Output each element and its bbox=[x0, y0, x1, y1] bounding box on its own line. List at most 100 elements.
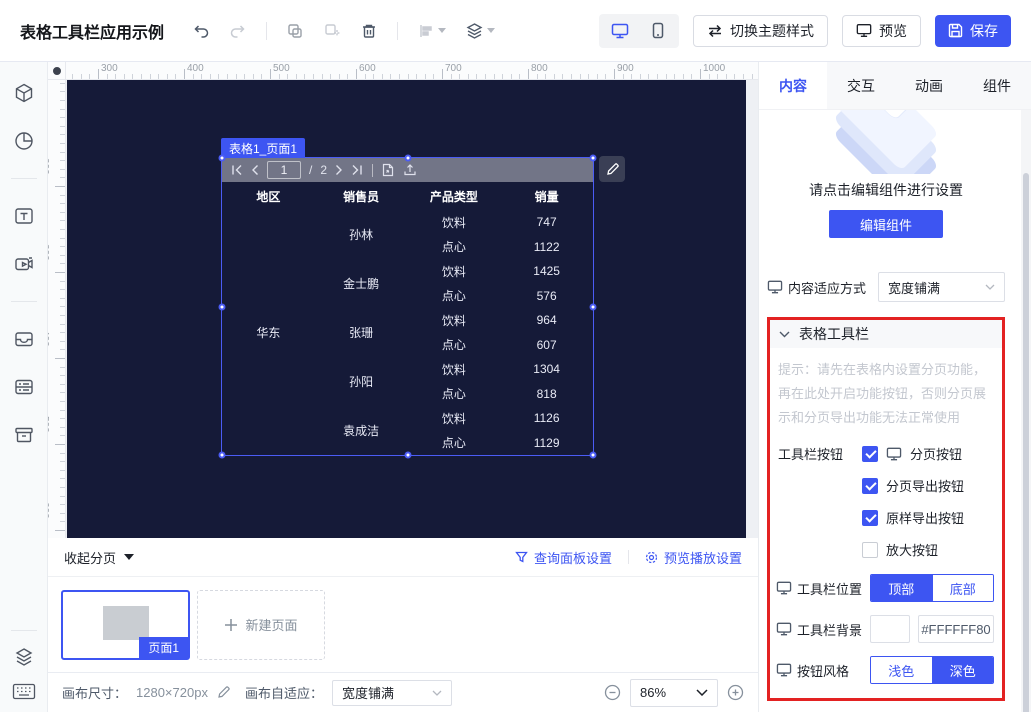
chart-pie-icon[interactable] bbox=[13, 130, 35, 152]
layer-style-icon[interactable] bbox=[465, 22, 496, 40]
shortcut-keyboard-icon[interactable] bbox=[12, 683, 36, 700]
delete-icon[interactable] bbox=[360, 22, 378, 40]
ruler-tick bbox=[60, 177, 65, 179]
content-fit-select[interactable]: 宽度铺满 bbox=[878, 272, 1005, 302]
ruler-tick bbox=[60, 160, 65, 162]
monitor-icon bbox=[776, 581, 792, 595]
zoom-out-icon[interactable] bbox=[604, 684, 621, 701]
page-number-input[interactable]: 1 bbox=[267, 161, 301, 179]
page-export-button-checkbox[interactable] bbox=[862, 477, 878, 494]
ruler-tick bbox=[356, 69, 357, 79]
redo-icon[interactable] bbox=[229, 22, 247, 40]
next-page-icon[interactable] bbox=[335, 164, 343, 176]
resize-handle[interactable] bbox=[404, 154, 411, 162]
preview-play-settings-link[interactable]: 预览播放设置 bbox=[645, 548, 742, 567]
resize-handle[interactable] bbox=[218, 154, 226, 162]
position-bottom-option[interactable]: 底部 bbox=[931, 575, 993, 602]
edit-component-button[interactable]: 编辑组件 bbox=[829, 210, 943, 238]
style-dark-option[interactable]: 深色 bbox=[931, 657, 993, 684]
panel-scrollbar-thumb[interactable] bbox=[1023, 173, 1029, 712]
first-page-icon[interactable] bbox=[230, 164, 243, 176]
archive-box-icon[interactable] bbox=[13, 424, 35, 446]
style-light-option[interactable]: 浅色 bbox=[871, 657, 932, 684]
export-page-icon[interactable] bbox=[381, 163, 395, 177]
zoom-in-icon[interactable] bbox=[727, 684, 744, 701]
monitor-icon bbox=[776, 663, 792, 677]
ruler-label: 400 bbox=[48, 330, 50, 347]
media-video-icon[interactable] bbox=[13, 253, 35, 275]
resize-handle[interactable] bbox=[589, 451, 597, 459]
layers-icon[interactable] bbox=[13, 647, 35, 667]
save-button[interactable]: 保存 bbox=[935, 14, 1011, 47]
collapse-caret-icon[interactable] bbox=[124, 554, 135, 560]
thumbnail-component-preview bbox=[103, 605, 149, 640]
ruler-tick bbox=[717, 74, 719, 79]
original-export-button-checkbox[interactable] bbox=[862, 509, 878, 526]
ruler-tick bbox=[209, 74, 211, 79]
resize-handle[interactable] bbox=[589, 303, 597, 310]
prev-page-icon[interactable] bbox=[251, 164, 259, 176]
duplicate-icon[interactable] bbox=[323, 22, 341, 40]
page-thumbnail-selected[interactable]: 页面1 bbox=[61, 589, 190, 660]
zoom-button-checkbox[interactable] bbox=[862, 541, 878, 558]
edit-component-icon-button[interactable] bbox=[599, 156, 625, 182]
background-color-swatch[interactable] bbox=[870, 615, 910, 644]
new-page-button[interactable]: 新建页面 bbox=[197, 589, 325, 660]
table-component-selected[interactable]: 表格1_页面1 1 / 2 地区 销售员 产品类型 销量 华东 孙林 饮料 74… bbox=[218, 138, 625, 459]
gear-icon bbox=[645, 551, 658, 563]
sales-value-cell: 607 bbox=[536, 337, 557, 352]
rail-divider bbox=[10, 630, 37, 631]
ruler-tick bbox=[132, 74, 134, 79]
tab-animation[interactable]: 动画 bbox=[895, 62, 963, 109]
last-page-icon[interactable] bbox=[351, 164, 364, 176]
chevron-down-icon bbox=[438, 28, 447, 33]
tab-content[interactable]: 内容 bbox=[759, 62, 827, 109]
background-color-input[interactable]: #FFFFFF80 bbox=[918, 615, 994, 644]
ruler-tick bbox=[338, 74, 340, 79]
desktop-view-button[interactable] bbox=[602, 17, 638, 45]
position-top-option[interactable]: 顶部 bbox=[871, 575, 932, 602]
resize-handle[interactable] bbox=[218, 303, 226, 310]
ruler-origin[interactable] bbox=[48, 62, 66, 80]
chevron-down-icon bbox=[985, 284, 995, 290]
query-panel-settings-link[interactable]: 查询面板设置 bbox=[515, 548, 612, 567]
toolbar-divider bbox=[397, 21, 399, 40]
table-widget-icon[interactable] bbox=[13, 376, 35, 398]
pagination-button-checkbox[interactable] bbox=[862, 445, 878, 462]
tab-interaction[interactable]: 交互 bbox=[827, 62, 895, 109]
panel-scrollbar-track[interactable] bbox=[1021, 110, 1031, 712]
collapse-pages-label[interactable]: 收起分页 bbox=[64, 548, 116, 567]
undo-icon[interactable] bbox=[192, 22, 210, 40]
components-cube-icon[interactable] bbox=[13, 82, 35, 104]
mobile-view-button[interactable] bbox=[640, 17, 676, 45]
ruler-tick bbox=[60, 100, 65, 101]
export-original-icon[interactable] bbox=[403, 163, 417, 177]
resize-handle[interactable] bbox=[589, 154, 597, 162]
resize-handle[interactable] bbox=[404, 451, 411, 459]
ruler-tick bbox=[614, 69, 615, 79]
ruler-origin-icon bbox=[52, 66, 61, 75]
preview-button[interactable]: 预览 bbox=[842, 14, 921, 47]
table-toolbar-section-header[interactable]: 表格工具栏 bbox=[770, 320, 1002, 348]
design-canvas[interactable]: 表格1_页面1 1 / 2 地区 销售员 产品类型 销量 华东 孙林 饮料 74… bbox=[67, 80, 746, 538]
copy-icon[interactable] bbox=[286, 22, 304, 40]
zoom-level-select[interactable]: 86% bbox=[630, 678, 718, 707]
material-inbox-icon[interactable] bbox=[13, 328, 35, 350]
canvas-fit-select[interactable]: 宽度铺满 bbox=[331, 679, 452, 706]
ruler-tick bbox=[60, 229, 65, 230]
pages-collapse-bar: 收起分页 查询面板设置 预览播放设置 bbox=[48, 538, 758, 577]
checkbox-label: 放大按钮 bbox=[886, 543, 939, 559]
ruler-tick bbox=[60, 349, 65, 351]
ruler-tick bbox=[648, 74, 650, 79]
align-icon[interactable] bbox=[417, 22, 447, 40]
content-fit-label: 内容适应方式 bbox=[788, 280, 867, 296]
text-tool-icon[interactable] bbox=[13, 205, 35, 227]
resize-handle[interactable] bbox=[218, 451, 226, 459]
ruler-tick bbox=[287, 74, 289, 79]
link-divider bbox=[627, 550, 629, 564]
tab-component[interactable]: 组件 bbox=[963, 62, 1031, 109]
pencil-icon bbox=[606, 162, 619, 175]
edit-size-icon[interactable] bbox=[217, 686, 230, 699]
chevron-down-icon bbox=[487, 28, 496, 33]
switch-theme-button[interactable]: 切换主题样式 bbox=[693, 14, 828, 47]
